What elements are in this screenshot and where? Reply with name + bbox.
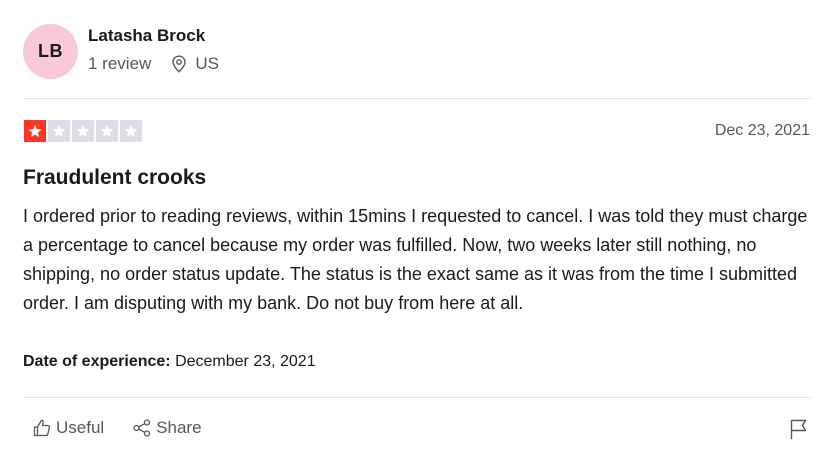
star-4	[96, 120, 118, 142]
useful-label: Useful	[56, 418, 105, 437]
consumer-meta: 1 review US	[88, 54, 219, 74]
consumer-name[interactable]: Latasha Brock	[88, 26, 219, 46]
consumer-location: US	[171, 54, 219, 74]
share-label: Share	[156, 418, 202, 437]
star-5	[120, 120, 142, 142]
share-button[interactable]: Share	[132, 418, 202, 438]
review-count: 1 review	[88, 53, 152, 73]
review-actions: Useful Share	[32, 418, 202, 438]
thumbs-up-icon	[33, 419, 51, 437]
experience-label: Date of experience:	[23, 353, 171, 370]
experience-date: December 23, 2021	[175, 353, 316, 370]
avatar-initials: LB	[38, 40, 63, 61]
consumer-country: US	[195, 53, 219, 73]
review-card: LB Latasha Brock 1 review US Dec 23, 202…	[23, 0, 811, 469]
share-icon	[133, 419, 151, 437]
star-icon	[28, 124, 42, 138]
date-of-experience: Date of experience: December 23, 2021	[23, 353, 316, 371]
star-3	[72, 120, 94, 142]
review-title[interactable]: Fraudulent crooks	[23, 166, 206, 190]
star-2	[48, 120, 70, 142]
consumer-info: Latasha Brock 1 review US	[88, 26, 219, 74]
star-icon	[52, 124, 66, 138]
consumer-header: LB Latasha Brock 1 review US	[23, 23, 219, 79]
location-pin-icon	[172, 54, 187, 73]
divider	[23, 397, 811, 398]
star-icon	[100, 124, 114, 138]
flag-icon	[790, 419, 807, 439]
useful-button[interactable]: Useful	[32, 418, 104, 438]
avatar[interactable]: LB	[23, 23, 78, 79]
star-rating	[24, 120, 144, 142]
star-1	[24, 120, 46, 142]
review-date: Dec 23, 2021	[714, 122, 810, 139]
divider	[23, 98, 811, 99]
review-body: I ordered prior to reading reviews, with…	[23, 206, 808, 313]
star-icon	[124, 124, 138, 138]
report-flag-button[interactable]	[788, 418, 810, 440]
star-icon	[76, 124, 90, 138]
